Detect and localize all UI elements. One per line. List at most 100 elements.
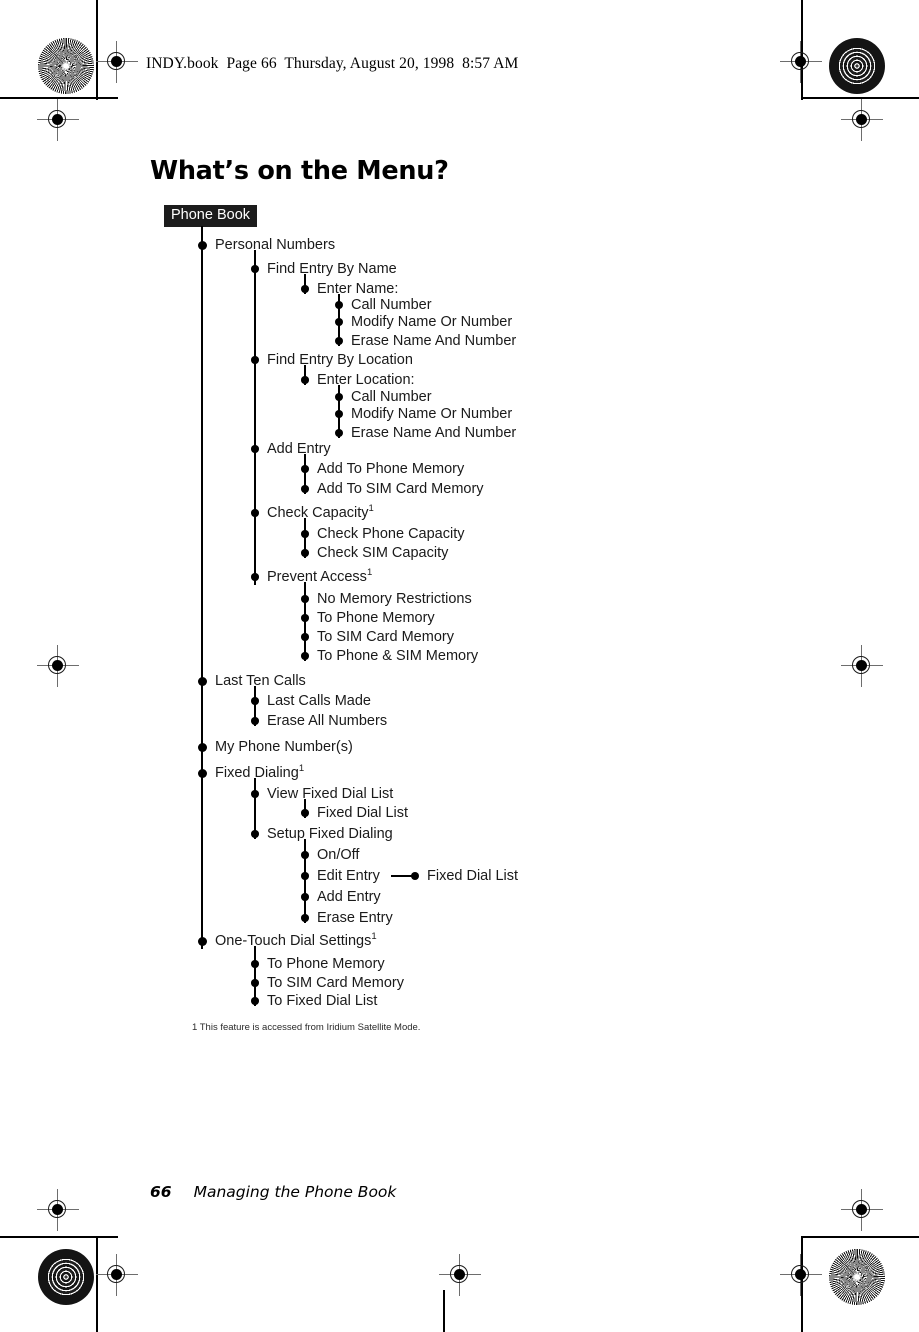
crosshair-bottom-left: [96, 1254, 138, 1296]
tree-node-label: Check SIM Capacity: [317, 545, 449, 561]
tree-node-label: Last Calls Made: [267, 693, 371, 709]
footer-chapter-title: Managing the Phone Book: [193, 1183, 397, 1201]
crosshair-vertical-line: [116, 1254, 118, 1296]
crosshair-dot: [454, 1269, 465, 1280]
cross-reference-label: Fixed Dial List: [427, 868, 519, 884]
tree-bullet: [301, 893, 309, 901]
tree-bullet: [301, 633, 309, 641]
cross-reference-connector: [391, 875, 413, 877]
tree-bullet: [251, 790, 259, 798]
tree-bullet: [335, 301, 343, 309]
crosshair-vertical-line: [861, 1189, 863, 1231]
tree-bullet: [197, 768, 207, 778]
root-rail: [201, 226, 203, 949]
tree-bullet: [197, 742, 207, 752]
tree-node-label: Prevent Access1: [267, 567, 373, 585]
tree-node-label: View Fixed Dial List: [267, 786, 394, 802]
tree-bullet: [251, 445, 259, 453]
tree-node-label: To Phone Memory: [317, 610, 435, 626]
tree-bullet: [251, 979, 259, 987]
tree-node-label: Enter Name:: [317, 281, 399, 297]
crosshair-dot: [795, 1269, 806, 1280]
tree-node-label: To Phone Memory: [267, 956, 385, 972]
cross-reference-bullet: [411, 872, 419, 880]
tree-node-label: Modify Name Or Number: [351, 406, 513, 422]
tree-bullet: [301, 851, 309, 859]
tree-bullet: [251, 265, 259, 273]
tree-bullet: [301, 465, 309, 473]
footnote-marker: 1: [298, 763, 305, 775]
tree-node-label: Modify Name Or Number: [351, 314, 513, 330]
crosshair-dot: [52, 1204, 63, 1215]
tree-node-label: No Memory Restrictions: [317, 591, 472, 607]
tree-bullet: [251, 960, 259, 968]
crosshair-bottom-center: [439, 1254, 481, 1296]
footnote-marker: 1: [366, 567, 373, 579]
ringtarget-bottom-left: [38, 1249, 94, 1305]
crosshair-ring: [107, 1265, 125, 1283]
tree-node-label: Edit Entry: [317, 868, 380, 884]
tree-bullet: [197, 240, 207, 250]
tree-node-label: To SIM Card Memory: [267, 975, 404, 991]
tree-bullet: [335, 410, 343, 418]
tree-node-label: Find Entry By Name: [267, 261, 397, 277]
tree-bullet: [301, 376, 309, 384]
crosshair-horizontal-line: [841, 1209, 883, 1211]
tree-node-label: On/Off: [317, 847, 360, 863]
tree-bullet: [251, 717, 259, 725]
tree-bullet: [301, 872, 309, 880]
tree-node-label: Check Phone Capacity: [317, 526, 465, 542]
tree-bullet: [301, 652, 309, 660]
tree-node-label: Personal Numbers: [215, 237, 336, 253]
tree-bullet: [335, 337, 343, 345]
tree-bullet: [251, 997, 259, 1005]
footnote-marker: 1: [368, 503, 374, 515]
tree-node-label: One-Touch Dial Settings1: [215, 931, 377, 949]
tree-bullet: [301, 285, 309, 293]
tree-node-label: Add Entry: [317, 889, 381, 905]
tree-node-label: Add Entry: [267, 441, 331, 457]
footer-page-number: 66: [150, 1183, 172, 1201]
tree-bullet: [251, 509, 259, 517]
crosshair-ring: [791, 1265, 809, 1283]
menu-tree-diagram: Personal Numbers Find Entry By Name Enter …: [0, 0, 919, 1060]
tree-node-label: Call Number: [351, 389, 432, 405]
crosshair-dot: [856, 1204, 867, 1215]
crosshair-vertical-line: [459, 1254, 461, 1296]
crosshair-ring: [48, 1200, 66, 1218]
crosshair-bottom-right: [780, 1254, 822, 1296]
tree-bullet: [197, 936, 207, 946]
tree-node-label: To Fixed Dial List: [267, 993, 378, 1009]
crosshair-horizontal-line: [439, 1274, 481, 1276]
trim-line-bottom-right-v: [801, 1236, 803, 1332]
tree-node-label: Erase Name And Number: [351, 425, 517, 441]
trim-line-bottom-left-h: [0, 1236, 118, 1238]
tree-bullet: [301, 549, 309, 557]
crosshair-dot: [111, 1269, 122, 1280]
crosshair-vertical-line: [57, 1189, 59, 1231]
crosshair-ring: [852, 1200, 870, 1218]
tree-bullet: [301, 595, 309, 603]
crosshair-lower-left: [37, 1189, 79, 1231]
footnote-1: 1 This feature is accessed from Iridium …: [192, 1022, 421, 1033]
tree-node-label: Add To SIM Card Memory: [317, 481, 484, 497]
tree-node-label: Fixed Dialing1: [215, 763, 305, 781]
crosshair-horizontal-line: [37, 1209, 79, 1211]
tree-bullet: [335, 429, 343, 437]
trim-line-bottom-right-h: [801, 1236, 919, 1238]
tree-bullet: [251, 356, 259, 364]
tree-bullet: [335, 318, 343, 326]
tree-node-label: Enter Location:: [317, 372, 415, 388]
tree-node-label: Fixed Dial List: [317, 805, 409, 821]
tree-node-label: Check Capacity1: [267, 503, 374, 521]
tree-node-label: My Phone Number(s): [215, 739, 353, 755]
tree-node-label: Call Number: [351, 297, 432, 313]
tree-bullet: [301, 809, 309, 817]
crosshair-horizontal-line: [780, 1274, 822, 1276]
crosshair-lower-right: [841, 1189, 883, 1231]
tree-bullet: [301, 614, 309, 622]
tree-bullet: [301, 485, 309, 493]
crosshair-vertical-line: [800, 1254, 802, 1296]
tree-node-label: Erase Entry: [317, 910, 393, 926]
tree-node-label: Setup Fixed Dialing: [267, 826, 393, 842]
